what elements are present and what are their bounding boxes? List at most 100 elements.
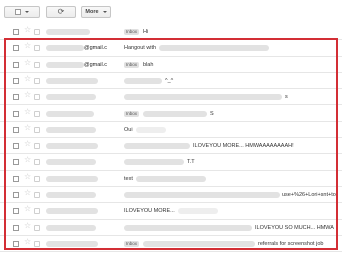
sender-text: @gmail.c bbox=[84, 45, 108, 52]
subject: Inbox Hi bbox=[124, 29, 148, 35]
importance-icon[interactable] bbox=[34, 110, 40, 117]
refresh-button[interactable]: ⟳ bbox=[46, 6, 76, 18]
row-checkbox[interactable] bbox=[13, 240, 19, 247]
importance-icon[interactable] bbox=[34, 143, 40, 150]
email-row[interactable]: ☆ Inbox referrals for screenshot job bbox=[0, 235, 342, 253]
row-checkbox[interactable] bbox=[13, 159, 19, 166]
sender bbox=[46, 224, 96, 231]
refresh-icon: ⟳ bbox=[57, 7, 65, 16]
inbox-label[interactable]: Inbox bbox=[124, 29, 140, 35]
sender bbox=[46, 29, 90, 35]
email-row[interactable]: ☆ ^_^ bbox=[0, 72, 342, 90]
sender bbox=[46, 208, 98, 215]
sender bbox=[46, 77, 98, 84]
star-icon[interactable]: ☆ bbox=[24, 58, 31, 67]
importance-icon[interactable] bbox=[34, 126, 40, 133]
row-checkbox[interactable] bbox=[13, 45, 19, 52]
sender: @gmail.c bbox=[46, 45, 108, 52]
row-checkbox[interactable] bbox=[13, 143, 19, 150]
select-all-checkbox[interactable] bbox=[15, 9, 21, 15]
importance-icon[interactable] bbox=[34, 175, 40, 182]
chevron-down-icon bbox=[102, 11, 107, 13]
star-icon[interactable]: ☆ bbox=[24, 237, 31, 246]
star-icon[interactable]: ☆ bbox=[24, 26, 31, 34]
row-checkbox[interactable] bbox=[13, 192, 19, 198]
subject: text bbox=[124, 175, 206, 182]
more-button[interactable]: More bbox=[81, 6, 111, 18]
star-icon[interactable]: ☆ bbox=[24, 42, 31, 50]
email-row[interactable]: ☆ Oui bbox=[0, 121, 342, 139]
email-row[interactable]: ☆ @gmail.c Hangout with bbox=[0, 40, 342, 57]
star-icon[interactable]: ☆ bbox=[24, 140, 31, 148]
subject-text: ILOVEYOU MORE... HMWAAAAAAAAH! bbox=[193, 143, 294, 150]
email-row[interactable]: ☆ @gmail.c Inbox blah bbox=[0, 56, 342, 73]
subject: Hangout with bbox=[124, 45, 270, 52]
email-row[interactable]: ☆ use+%26+Lori+snt+to bbox=[0, 187, 342, 204]
star-icon[interactable]: ☆ bbox=[24, 91, 31, 99]
row-checkbox[interactable] bbox=[13, 61, 19, 68]
subject-text: text bbox=[124, 175, 133, 182]
more-button-label: More bbox=[85, 9, 99, 15]
sender bbox=[46, 159, 96, 166]
row-checkbox[interactable] bbox=[13, 77, 19, 84]
row-checkbox[interactable] bbox=[13, 110, 19, 117]
email-row[interactable]: ☆ Inbox Hi bbox=[0, 24, 342, 41]
subject: ILOVEYOU MORE... HMWAAAAAAAAH! bbox=[124, 143, 294, 150]
star-icon[interactable]: ☆ bbox=[24, 205, 31, 213]
email-row[interactable]: ☆ T.T bbox=[0, 154, 342, 171]
importance-icon[interactable] bbox=[34, 208, 40, 215]
subject: s bbox=[124, 94, 288, 101]
row-checkbox[interactable] bbox=[13, 126, 19, 133]
star-icon[interactable]: ☆ bbox=[24, 74, 31, 83]
subject: Inbox blah bbox=[124, 61, 153, 68]
importance-icon[interactable] bbox=[34, 94, 40, 101]
inbox-label[interactable]: Inbox bbox=[124, 110, 140, 117]
sender bbox=[46, 94, 96, 101]
importance-icon[interactable] bbox=[34, 77, 40, 84]
sender bbox=[46, 175, 98, 182]
importance-icon[interactable] bbox=[34, 45, 40, 52]
star-icon[interactable]: ☆ bbox=[24, 221, 31, 230]
row-checkbox[interactable] bbox=[13, 175, 19, 182]
inbox-label[interactable]: Inbox bbox=[124, 240, 140, 247]
row-checkbox[interactable] bbox=[13, 94, 19, 101]
subject-text: Hangout with bbox=[124, 45, 157, 52]
importance-icon[interactable] bbox=[34, 29, 40, 35]
subject-text: Oui bbox=[124, 126, 133, 133]
star-icon[interactable]: ☆ bbox=[24, 172, 31, 181]
toolbar: ⟳ More bbox=[0, 0, 342, 24]
importance-icon[interactable] bbox=[34, 240, 40, 247]
subject-text: ILOVEYOU MORE... bbox=[124, 208, 175, 215]
email-row[interactable]: ☆ s bbox=[0, 89, 342, 106]
importance-icon[interactable] bbox=[34, 159, 40, 166]
subject-text: ILOVEYOU SO MUCH... HMWA bbox=[255, 224, 334, 231]
subject-text: ^_^ bbox=[165, 77, 174, 84]
email-row[interactable]: ☆ ILOVEYOU MORE... bbox=[0, 203, 342, 220]
email-row[interactable]: ☆ Inbox S bbox=[0, 105, 342, 122]
star-icon[interactable]: ☆ bbox=[24, 189, 31, 197]
subject-text: Hi bbox=[143, 29, 149, 35]
row-checkbox[interactable] bbox=[13, 29, 19, 35]
row-checkbox[interactable] bbox=[13, 224, 19, 231]
subject: use+%26+Lori+snt+to bbox=[124, 192, 336, 198]
importance-icon[interactable] bbox=[34, 61, 40, 68]
sender bbox=[46, 192, 96, 198]
subject-text: s bbox=[285, 94, 288, 101]
email-row[interactable]: ☆ ILOVEYOU SO MUCH... HMWA bbox=[0, 219, 342, 236]
subject: Inbox S bbox=[124, 110, 214, 117]
importance-icon[interactable] bbox=[34, 192, 40, 198]
sender bbox=[46, 240, 98, 247]
star-icon[interactable]: ☆ bbox=[24, 123, 31, 132]
inbox-label[interactable]: Inbox bbox=[124, 61, 140, 68]
subject-text: S bbox=[210, 110, 214, 117]
email-row[interactable]: ☆ ILOVEYOU MORE... HMWAAAAAAAAH! bbox=[0, 138, 342, 155]
importance-icon[interactable] bbox=[34, 224, 40, 231]
star-icon[interactable]: ☆ bbox=[24, 156, 31, 164]
subject-text: use+%26+Lori+snt+to bbox=[282, 192, 336, 198]
subject-text: T.T bbox=[187, 159, 195, 166]
email-row[interactable]: ☆ text bbox=[0, 170, 342, 187]
select-all-button[interactable] bbox=[4, 6, 40, 18]
subject: ^_^ bbox=[124, 77, 174, 84]
star-icon[interactable]: ☆ bbox=[24, 107, 31, 116]
row-checkbox[interactable] bbox=[13, 208, 19, 215]
